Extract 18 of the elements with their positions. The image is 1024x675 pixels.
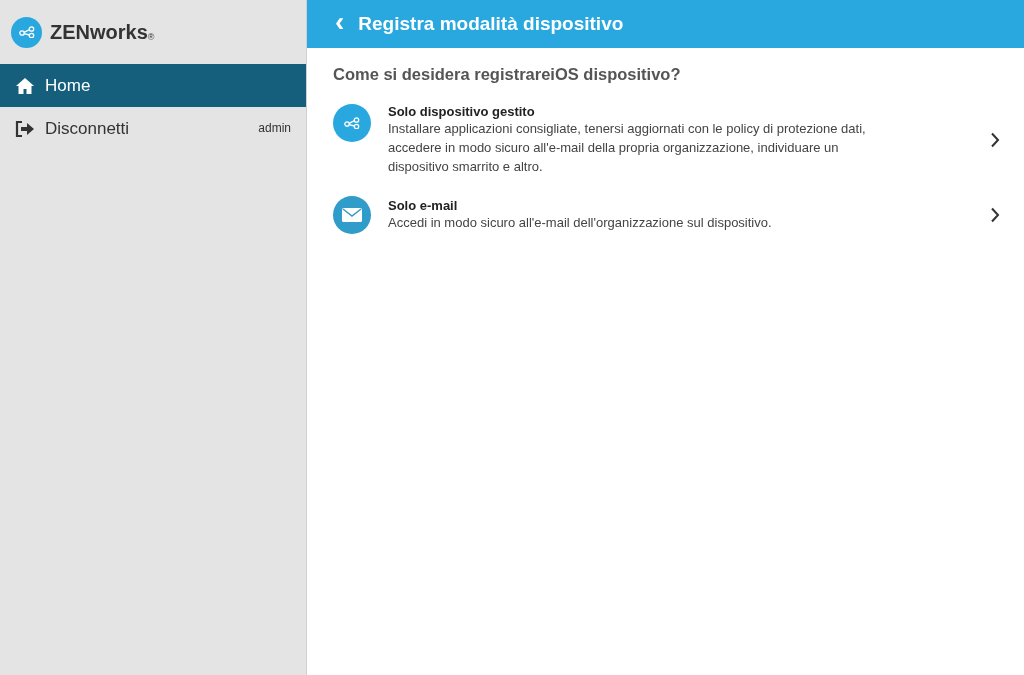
option-title[interactable]: Solo e-mail	[388, 198, 990, 213]
user-name: admin	[258, 121, 291, 135]
page-title: Registra modalità dispositivo	[358, 13, 624, 35]
logout-icon	[15, 119, 35, 138]
sidebar-item[interactable]: Disconnetti admin	[0, 107, 306, 150]
chevron-right-icon[interactable]	[990, 132, 1000, 148]
envelope-icon	[333, 196, 371, 234]
app-name: ZENworks	[50, 20, 148, 44]
registered-mark: ®	[147, 32, 155, 42]
option-description: Installare applicazioni consigliate, tenersi aggiornati con le policy di protezione dati, accedere in modo sicuro all'e-mail della propria organizzazione, individuare un dispositivo smarrito e altro.	[388, 120, 867, 176]
logo-icon	[11, 16, 42, 48]
question-heading: Come si desidera registrareiOS dispositivo?	[333, 65, 682, 84]
share-icon	[333, 104, 371, 142]
sidebar-item[interactable]: Home	[0, 64, 306, 107]
option-title[interactable]: Solo dispositivo gestito	[388, 104, 990, 119]
home-icon	[15, 76, 35, 95]
chevron-right-icon[interactable]	[990, 207, 1000, 223]
option-description: Accedi in modo sicuro all'e-mail dell'organizzazione sul dispositivo.	[388, 214, 773, 232]
